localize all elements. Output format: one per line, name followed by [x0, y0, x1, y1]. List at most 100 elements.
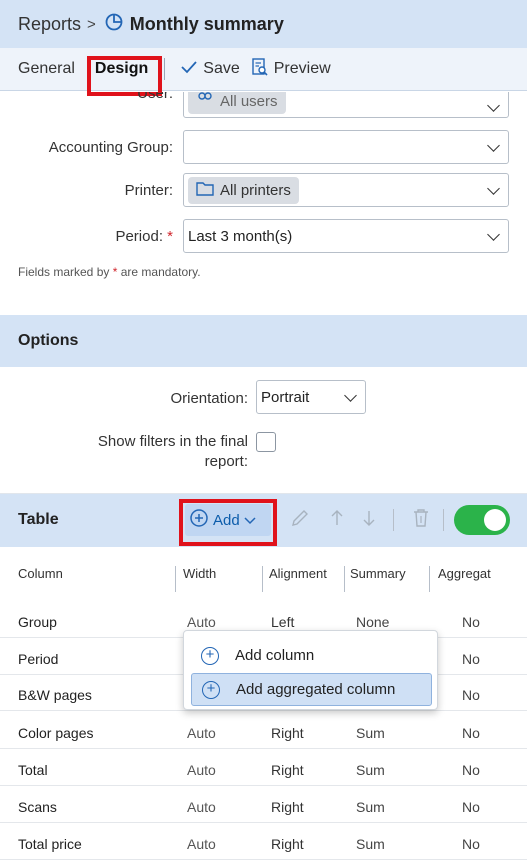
cell-summary: None — [356, 614, 390, 630]
cell-aggregated: No — [462, 687, 480, 703]
orientation-select[interactable]: Portrait — [256, 380, 366, 414]
toolbar-divider — [443, 509, 444, 531]
accounting-group-select[interactable] — [183, 130, 509, 164]
folder-icon — [196, 181, 214, 200]
plus-circle-icon: + — [201, 646, 219, 665]
toggle-knob — [484, 509, 506, 531]
column-divider — [262, 566, 263, 592]
accounting-group-label: Accounting Group: — [48, 139, 173, 156]
col-header-alignment[interactable]: Alignment — [269, 566, 327, 581]
mandatory-note-suffix: are mandatory. — [120, 265, 201, 279]
breadcrumb-parent[interactable]: Reports — [18, 14, 81, 35]
preview-button[interactable]: Preview — [246, 57, 337, 81]
table-row[interactable]: Total price Auto Right Sum No — [0, 828, 527, 860]
user-value: All users — [220, 92, 278, 110]
menu-item-label: Add column — [235, 647, 315, 664]
preview-icon — [252, 57, 268, 81]
printer-chip: All printers — [188, 176, 299, 204]
cell-alignment: Left — [271, 614, 295, 630]
cell-aggregated: No — [462, 725, 480, 741]
column-divider — [175, 566, 176, 592]
menu-item-add-column[interactable]: + Add column — [191, 639, 432, 672]
cell-summary: Sum — [356, 762, 385, 778]
col-header-column[interactable]: Column — [18, 566, 63, 581]
col-header-aggregated[interactable]: Aggregat — [438, 566, 491, 581]
mandatory-note: Fields marked by * are mandatory. — [18, 265, 201, 279]
col-header-summary[interactable]: Summary — [350, 566, 406, 581]
breadcrumb: Reports > Monthly summary — [0, 0, 527, 48]
users-icon — [196, 92, 214, 110]
trash-icon[interactable] — [412, 508, 430, 533]
toolbar-divider — [393, 509, 394, 531]
mandatory-note-prefix: Fields marked by — [18, 265, 110, 279]
show-filters-label-line1: Show filters in the final — [97, 433, 248, 450]
printer-value: All printers — [220, 181, 291, 199]
cell-aggregated: No — [462, 651, 480, 667]
add-button-highlight — [179, 499, 277, 546]
save-button[interactable]: Save — [175, 60, 245, 79]
menu-item-add-aggregated-column[interactable]: + Add aggregated column — [191, 673, 432, 706]
user-select[interactable]: All users — [183, 92, 509, 118]
orientation-label: Orientation: — [170, 390, 248, 407]
printer-select[interactable]: All printers — [183, 173, 509, 207]
cell-aggregated: No — [462, 614, 480, 630]
tab-general[interactable]: General — [12, 48, 81, 91]
table-title: Table — [18, 511, 59, 528]
table-row[interactable]: Color pages Auto Right Sum No — [0, 717, 527, 749]
period-label-text: Period: — [115, 228, 163, 245]
save-label: Save — [203, 60, 240, 77]
cell-width: Auto — [187, 799, 216, 815]
user-label: User: — [137, 92, 173, 102]
cell-column: B&W pages — [18, 687, 92, 703]
options-title: Options — [18, 332, 79, 349]
period-label: Period: * — [115, 228, 173, 245]
column-divider — [429, 566, 430, 592]
table-row[interactable]: Scans Auto Right Sum No — [0, 791, 527, 823]
show-filters-checkbox[interactable] — [256, 432, 276, 452]
page-title: Monthly summary — [129, 13, 284, 34]
add-dropdown-menu: + Add column + Add aggregated column — [183, 630, 438, 710]
cell-column: Color pages — [18, 725, 94, 741]
cell-column: Total price — [18, 836, 82, 852]
table-row[interactable]: Total Auto Right Sum No — [0, 754, 527, 786]
cell-alignment: Right — [271, 836, 304, 852]
period-value: Last 3 month(s) — [188, 227, 293, 245]
col-header-width[interactable]: Width — [183, 566, 216, 581]
cell-summary: Sum — [356, 836, 385, 852]
required-marker: * — [167, 228, 173, 245]
table-column-headers: Column Width Alignment Summary Aggregat — [0, 547, 527, 599]
arrow-down-icon[interactable] — [362, 508, 376, 533]
cell-alignment: Right — [271, 762, 304, 778]
show-filters-label-line2: report: — [204, 453, 248, 470]
tab-bar: General Design Save Preview — [0, 48, 527, 91]
cell-summary: Sum — [356, 725, 385, 741]
toolbar-divider — [164, 58, 166, 80]
plus-circle-icon: + — [202, 680, 220, 699]
cell-width: Auto — [187, 836, 216, 852]
show-filters-label: Show filters in the final report: — [98, 432, 248, 472]
cell-column: Group — [18, 614, 57, 630]
cell-alignment: Right — [271, 725, 304, 741]
chevron-down-icon — [344, 389, 357, 402]
chevron-down-icon — [487, 139, 500, 152]
edit-pencil-icon[interactable] — [290, 508, 310, 533]
user-row-clip: User: All users — [0, 92, 527, 122]
cell-alignment: Right — [271, 799, 304, 815]
cell-column: Period — [18, 651, 59, 667]
cell-width: Auto — [187, 762, 216, 778]
chevron-down-icon — [487, 228, 500, 241]
cell-aggregated: No — [462, 762, 480, 778]
user-chip: All users — [188, 92, 286, 114]
cell-summary: Sum — [356, 799, 385, 815]
chevron-down-icon — [487, 99, 500, 112]
cell-width: Auto — [187, 725, 216, 741]
mandatory-note-star: * — [112, 265, 118, 279]
period-select[interactable]: Last 3 month(s) — [183, 219, 509, 253]
cell-aggregated: No — [462, 799, 480, 815]
cell-column: Total — [18, 762, 48, 778]
printer-label: Printer: — [124, 182, 173, 199]
arrow-up-icon[interactable] — [330, 508, 344, 533]
table-toggle[interactable] — [454, 505, 510, 535]
column-divider — [344, 566, 345, 592]
preview-label: Preview — [273, 60, 331, 77]
